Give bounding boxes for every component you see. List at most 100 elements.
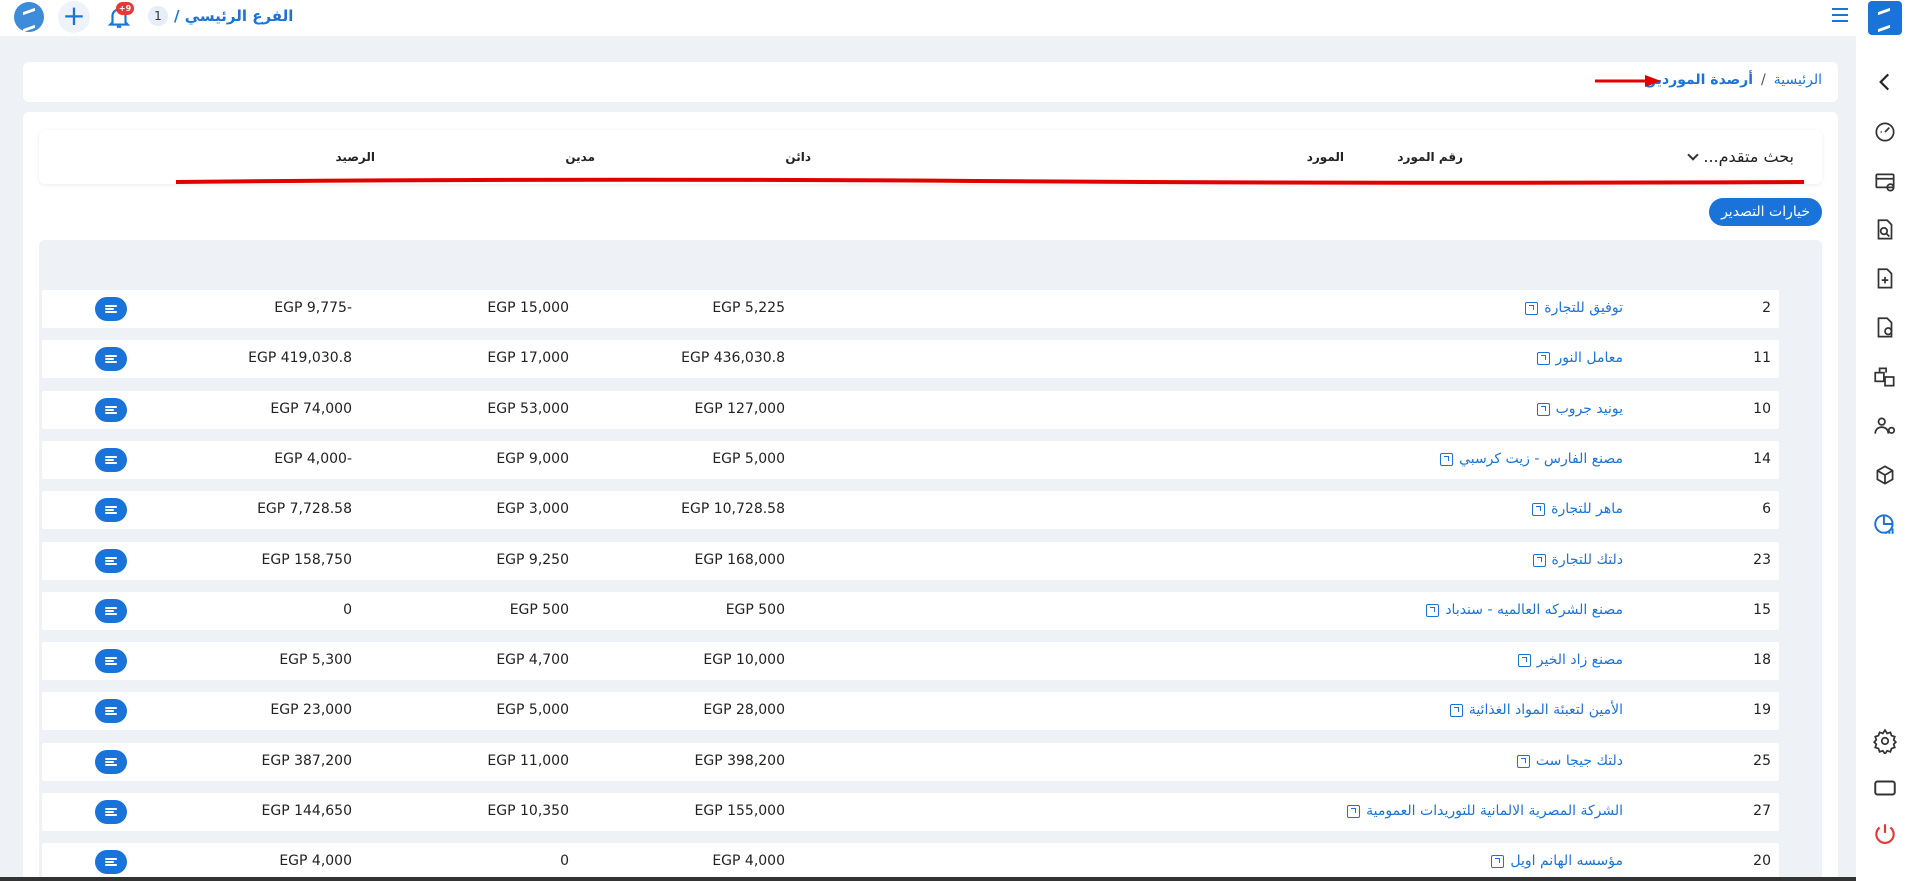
row-details-button[interactable] [95, 750, 127, 774]
credit-value: EGP 5,000 [712, 451, 785, 467]
collapse-chevron-icon[interactable] [1872, 69, 1898, 95]
supplier-number: 18 [1753, 652, 1771, 668]
row-details-button[interactable] [95, 699, 127, 723]
supplier-name: مؤسسه الهانم اويل [1510, 853, 1623, 869]
balance-value: EGP 9,775- [274, 300, 352, 316]
sidebar [1856, 0, 1919, 881]
row-details-button[interactable] [95, 649, 127, 673]
open-external-icon [1347, 804, 1361, 818]
supplier-name: دلتك للتجارة [1551, 552, 1624, 568]
credit-value: EGP 4,000 [712, 853, 785, 869]
breadcrumb-home-link[interactable]: الرئيسية [1774, 72, 1822, 88]
row-details-button[interactable] [95, 599, 127, 623]
advanced-search-toggle[interactable]: بحث متقدم... [1687, 147, 1794, 166]
balance-value: EGP 4,000- [274, 451, 352, 467]
debit-value: EGP 3,000 [496, 501, 569, 517]
logout-power-icon[interactable] [1872, 821, 1898, 847]
advanced-search-label: بحث متقدم... [1703, 147, 1794, 166]
row-details-button[interactable] [95, 498, 127, 522]
top-bar: + +9 الفرع الرئيسي / 1 [0, 0, 1856, 36]
col-header-debit[interactable]: مدين [565, 150, 595, 164]
breadcrumb-card: الرئيسية / أرصدة الموردين [23, 62, 1838, 102]
supplier-number: 14 [1753, 451, 1771, 467]
debit-value: EGP 10,350 [487, 803, 569, 819]
row-details-button[interactable] [95, 398, 127, 422]
supplier-link[interactable]: الشركة المصرية الالمانية للتوريدات العمو… [1347, 803, 1623, 819]
row-details-button[interactable] [95, 347, 127, 371]
col-header-supplier[interactable]: المورد [1307, 150, 1344, 164]
supplier-number: 27 [1753, 803, 1771, 819]
credit-value: EGP 10,728.58 [681, 501, 785, 517]
credit-value: EGP 28,000 [703, 702, 785, 718]
table-row: 19 الأمين لتعبئة المواد الغذائية EGP 28,00… [42, 692, 1779, 730]
inventory-boxes-icon[interactable] [1872, 364, 1898, 390]
balance-value: EGP 4,000 [279, 853, 352, 869]
horizontal-scrollbar[interactable] [0, 877, 1856, 881]
annotation-underline [176, 177, 1804, 185]
add-button[interactable]: + [58, 1, 90, 33]
supplier-number: 23 [1753, 552, 1771, 568]
supplier-link[interactable]: يونيد جروب [1536, 401, 1623, 417]
supplier-name: يونيد جروب [1555, 401, 1623, 417]
supplier-name: الأمين لتعبئة المواد الغذائية [1468, 702, 1623, 718]
table-row: 10 يونيد جروب EGP 127,000 EGP 53,000 EGP 74,… [42, 391, 1779, 429]
supplier-link[interactable]: الأمين لتعبئة المواد الغذائية [1449, 702, 1623, 718]
document-plus-icon[interactable] [1872, 266, 1898, 292]
breadcrumb-separator: / [1761, 72, 1766, 88]
open-external-icon [1491, 854, 1505, 868]
col-header-balance[interactable]: الرصيد [335, 150, 375, 164]
supplier-link[interactable]: توفيق للتجارة [1525, 300, 1623, 316]
col-header-credit[interactable]: دائن [785, 150, 811, 164]
fullscreen-icon[interactable] [1872, 775, 1898, 801]
export-options-button[interactable]: خيارات التصدير [1709, 198, 1822, 226]
supplier-link[interactable]: ماهر للتجارة [1532, 501, 1623, 517]
balance-value: EGP 74,000 [270, 401, 352, 417]
products-box-icon[interactable] [1872, 462, 1898, 488]
supplier-link[interactable]: مؤسسه الهانم اويل [1491, 853, 1623, 869]
table-row: 15 مصنع الشركه العالميه - سندباد EGP 500 EG… [42, 592, 1779, 630]
branch-number: 1 [148, 6, 168, 26]
balance-value: EGP 387,200 [261, 753, 352, 769]
notification-badge: +9 [116, 2, 134, 15]
open-external-icon [1426, 603, 1440, 617]
sales-register-icon[interactable] [1872, 169, 1898, 195]
debit-value: EGP 17,000 [487, 350, 569, 366]
app-logo-icon[interactable] [14, 2, 44, 32]
supplier-name: مصنع الفارس - زيت كرسبي [1459, 451, 1623, 467]
supplier-number: 19 [1753, 702, 1771, 718]
row-details-button[interactable] [95, 850, 127, 874]
table-row: 2 توفيق للتجارة EGP 5,225 EGP 15,000 EGP 9,7… [42, 290, 1779, 328]
credit-value: EGP 127,000 [694, 401, 785, 417]
balance-value: 0 [343, 602, 352, 618]
debit-value: EGP 500 [509, 602, 569, 618]
row-details-button[interactable] [95, 297, 127, 321]
chevron-down-icon [1687, 148, 1700, 161]
col-header-number[interactable]: رقم المورد [1397, 150, 1463, 164]
supplier-link[interactable]: معامل النور [1536, 350, 1623, 366]
settings-gear-icon[interactable] [1872, 728, 1898, 756]
table-row: 18 مصنع زاد الخير EGP 10,000 EGP 4,700 EGP 5… [42, 642, 1779, 680]
row-details-button[interactable] [95, 800, 127, 824]
debit-value: EGP 53,000 [487, 401, 569, 417]
supplier-link[interactable]: مصنع الفارس - زيت كرسبي [1440, 451, 1623, 467]
row-details-button[interactable] [95, 448, 127, 472]
supplier-link[interactable]: دلتك للتجارة [1532, 552, 1624, 568]
dashboard-gauge-icon[interactable] [1872, 119, 1898, 145]
supplier-link[interactable]: مصنع زاد الخير [1517, 652, 1623, 668]
supplier-name: توفيق للتجارة [1544, 300, 1623, 316]
sidebar-logo-icon[interactable] [1868, 1, 1902, 35]
invoice-user-icon[interactable] [1872, 315, 1898, 341]
menu-icon[interactable] [1832, 8, 1848, 24]
balance-value: EGP 5,300 [279, 652, 352, 668]
supplier-link[interactable]: دلتك جيجا ست [1516, 753, 1623, 769]
open-external-icon [1536, 402, 1550, 416]
users-settings-icon[interactable] [1872, 413, 1898, 439]
branch-selector[interactable]: الفرع الرئيسي / 1 [148, 5, 293, 27]
debit-value: EGP 9,250 [496, 552, 569, 568]
reports-chart-icon[interactable] [1872, 511, 1898, 537]
search-document-icon[interactable] [1872, 217, 1898, 243]
credit-value: EGP 10,000 [703, 652, 785, 668]
supplier-link[interactable]: مصنع الشركه العالميه - سندباد [1426, 602, 1623, 618]
row-details-button[interactable] [95, 549, 127, 573]
breadcrumb: الرئيسية / أرصدة الموردين [1644, 72, 1822, 88]
